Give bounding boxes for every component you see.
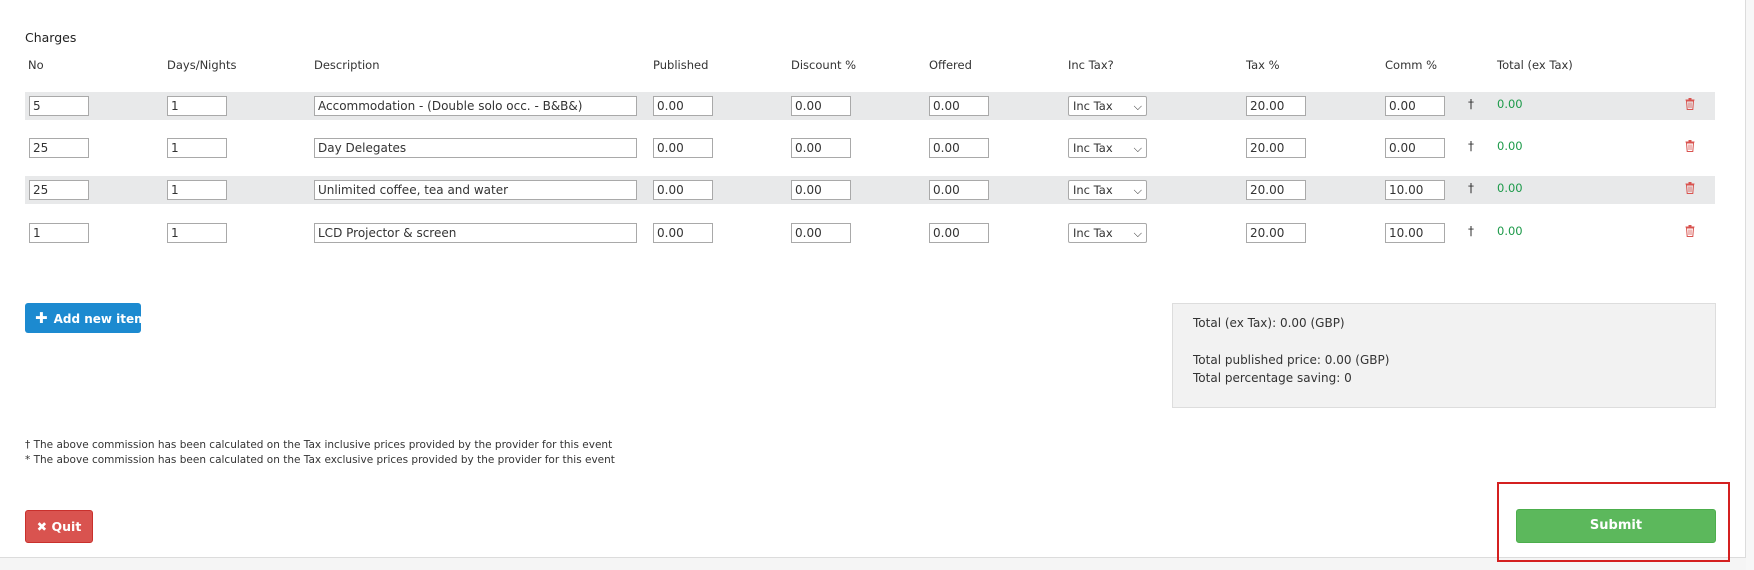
trash-icon[interactable] xyxy=(1685,225,1695,237)
published-input[interactable]: 0.00 xyxy=(653,138,713,158)
days-nights-input[interactable]: 1 xyxy=(167,180,227,200)
inc-tax-select[interactable]: Inc Tax ⌵ xyxy=(1068,223,1147,243)
totals-summary: Total (ex Tax): 0.00 (GBP) Total publish… xyxy=(1172,303,1716,408)
discount-input[interactable]: 0.00 xyxy=(791,138,851,158)
tax-input[interactable]: 20.00 xyxy=(1246,180,1306,200)
no-input[interactable]: 25 xyxy=(29,138,89,158)
header-days-nights: Days/Nights xyxy=(167,58,237,72)
header-description: Description xyxy=(314,58,380,72)
trash-icon[interactable] xyxy=(1685,98,1695,110)
section-title: Charges xyxy=(25,30,77,45)
no-input[interactable]: 1 xyxy=(29,223,89,243)
header-published: Published xyxy=(653,58,709,72)
close-icon: ✖ xyxy=(36,519,48,534)
inc-tax-select[interactable]: Inc Tax ⌵ xyxy=(1068,96,1147,116)
trash-icon[interactable] xyxy=(1685,140,1695,152)
footnote-asterisk: * The above commission has been calculat… xyxy=(25,454,615,466)
chevron-down-icon: ⌵ xyxy=(1133,142,1142,155)
no-input[interactable]: 5 xyxy=(29,96,89,116)
description-input[interactable]: Accommodation - (Double solo occ. - B&B&… xyxy=(314,96,637,116)
dagger-marker: † xyxy=(1468,97,1474,111)
table-row: 5 1 Accommodation - (Double solo occ. - … xyxy=(25,92,1715,120)
description-input[interactable]: Day Delegates xyxy=(314,138,637,158)
header-inc-tax: Inc Tax? xyxy=(1068,58,1114,72)
row-total: 0.00 xyxy=(1497,224,1523,238)
quit-button[interactable]: ✖ Quit xyxy=(25,510,93,543)
charges-panel xyxy=(0,0,1746,558)
row-total: 0.00 xyxy=(1497,181,1523,195)
header-tax: Tax % xyxy=(1246,58,1280,72)
total-ex-tax: Total (ex Tax): 0.00 (GBP) xyxy=(1193,316,1345,330)
published-input[interactable]: 0.00 xyxy=(653,96,713,116)
tax-input[interactable]: 20.00 xyxy=(1246,138,1306,158)
discount-input[interactable]: 0.00 xyxy=(791,96,851,116)
table-row: 25 1 Unlimited coffee, tea and water 0.0… xyxy=(25,176,1715,204)
tax-input[interactable]: 20.00 xyxy=(1246,96,1306,116)
plus-icon: ✚ xyxy=(35,309,48,327)
offered-input[interactable]: 0.00 xyxy=(929,223,989,243)
scrollbar[interactable] xyxy=(1746,0,1754,570)
inc-tax-select-value: Inc Tax xyxy=(1073,141,1113,155)
discount-input[interactable]: 0.00 xyxy=(791,223,851,243)
inc-tax-select-value: Inc Tax xyxy=(1073,183,1113,197)
comm-input[interactable]: 0.00 xyxy=(1385,96,1445,116)
header-total: Total (ex Tax) xyxy=(1497,58,1573,72)
header-no: No xyxy=(28,58,44,72)
total-published-price: Total published price: 0.00 (GBP) xyxy=(1193,353,1390,367)
inc-tax-select-value: Inc Tax xyxy=(1073,99,1113,113)
inc-tax-select[interactable]: Inc Tax ⌵ xyxy=(1068,138,1147,158)
page-bottom-strip xyxy=(0,558,1746,570)
comm-input[interactable]: 0.00 xyxy=(1385,138,1445,158)
add-new-item-label: Add new item xyxy=(53,312,147,326)
quit-label: Quit xyxy=(51,519,82,534)
row-total: 0.00 xyxy=(1497,139,1523,153)
dagger-marker: † xyxy=(1468,224,1474,238)
days-nights-input[interactable]: 1 xyxy=(167,96,227,116)
chevron-down-icon: ⌵ xyxy=(1133,100,1142,113)
footnote-dagger: † The above commission has been calculat… xyxy=(25,439,613,451)
days-nights-input[interactable]: 1 xyxy=(167,138,227,158)
comm-input[interactable]: 10.00 xyxy=(1385,223,1445,243)
chevron-down-icon: ⌵ xyxy=(1133,184,1142,197)
description-input[interactable]: Unlimited coffee, tea and water xyxy=(314,180,637,200)
header-offered: Offered xyxy=(929,58,972,72)
offered-input[interactable]: 0.00 xyxy=(929,180,989,200)
published-input[interactable]: 0.00 xyxy=(653,180,713,200)
offered-input[interactable]: 0.00 xyxy=(929,96,989,116)
offered-input[interactable]: 0.00 xyxy=(929,138,989,158)
table-row: 1 1 LCD Projector & screen 0.00 0.00 0.0… xyxy=(25,219,1715,247)
header-comm: Comm % xyxy=(1385,58,1438,72)
description-input[interactable]: LCD Projector & screen xyxy=(314,223,637,243)
submit-button[interactable]: Submit xyxy=(1516,509,1716,543)
chevron-down-icon: ⌵ xyxy=(1133,227,1142,240)
discount-input[interactable]: 0.00 xyxy=(791,180,851,200)
published-input[interactable]: 0.00 xyxy=(653,223,713,243)
tax-input[interactable]: 20.00 xyxy=(1246,223,1306,243)
trash-icon[interactable] xyxy=(1685,182,1695,194)
dagger-marker: † xyxy=(1468,181,1474,195)
inc-tax-select[interactable]: Inc Tax ⌵ xyxy=(1068,180,1147,200)
no-input[interactable]: 25 xyxy=(29,180,89,200)
inc-tax-select-value: Inc Tax xyxy=(1073,226,1113,240)
add-new-item-button[interactable]: ✚ Add new item xyxy=(25,303,147,333)
table-row: 25 1 Day Delegates 0.00 0.00 0.00 Inc Ta… xyxy=(25,134,1715,162)
row-total: 0.00 xyxy=(1497,97,1523,111)
dagger-marker: † xyxy=(1468,139,1474,153)
total-percentage-saving: Total percentage saving: 0 xyxy=(1193,371,1352,385)
header-discount: Discount % xyxy=(791,58,857,72)
comm-input[interactable]: 10.00 xyxy=(1385,180,1445,200)
days-nights-input[interactable]: 1 xyxy=(167,223,227,243)
